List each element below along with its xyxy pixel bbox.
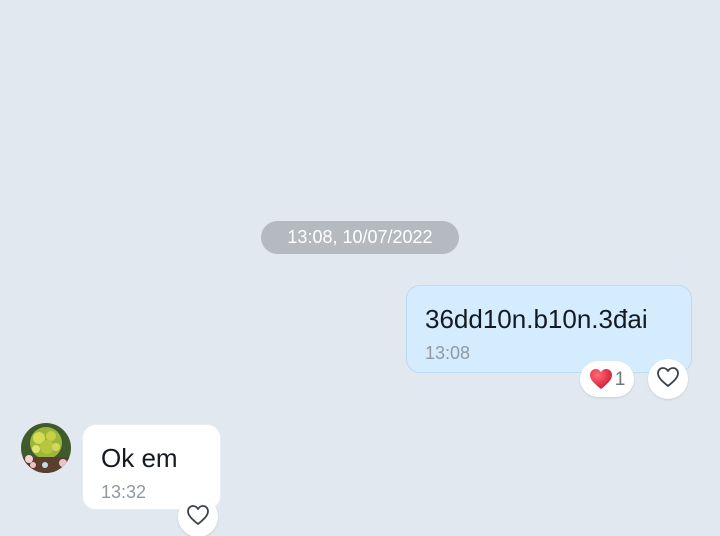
heart-outline-icon bbox=[186, 504, 210, 531]
reaction-summary[interactable]: 1 bbox=[580, 361, 634, 397]
reaction-count: 1 bbox=[614, 368, 626, 390]
avatar[interactable] bbox=[21, 423, 71, 473]
message-time: 13:08 bbox=[425, 343, 471, 363]
heart-outline-icon bbox=[656, 366, 680, 393]
date-separator: 13:08, 10/07/2022 bbox=[261, 221, 459, 254]
red-heart-icon bbox=[589, 368, 613, 390]
message-time: 13:32 bbox=[101, 482, 147, 502]
react-button[interactable] bbox=[178, 497, 218, 536]
chat-conversation: 13:08, 10/07/2022 36dd10n.b10n.3đai 13:0… bbox=[0, 0, 720, 536]
message-text: 36dd10n.b10n.3đai bbox=[425, 304, 648, 334]
react-button[interactable] bbox=[648, 359, 688, 399]
message-text: Ok em bbox=[101, 443, 178, 473]
outgoing-message-bubble[interactable]: 36dd10n.b10n.3đai 13:08 bbox=[406, 285, 692, 373]
